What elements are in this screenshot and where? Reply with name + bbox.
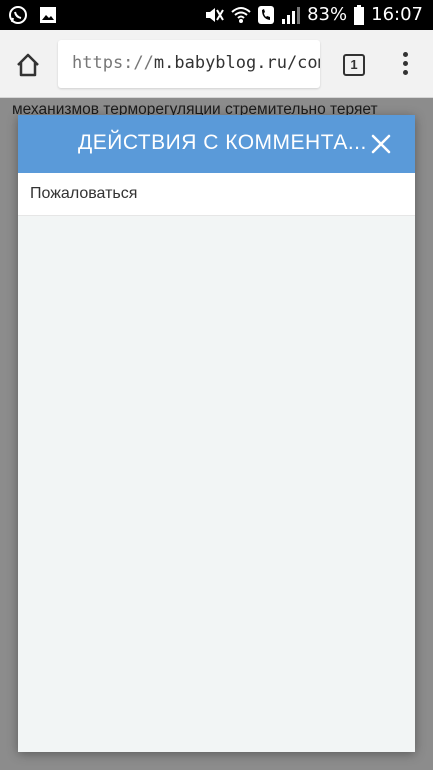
signal-icon xyxy=(282,6,301,24)
home-icon[interactable] xyxy=(14,51,42,79)
wifi-icon xyxy=(231,6,251,23)
report-action-label: Пожаловаться xyxy=(30,185,138,202)
dialog-header: ДЕЙСТВИЯ С КОММЕНТА... xyxy=(18,115,415,173)
battery-percent: 83% xyxy=(307,4,348,25)
battery-icon xyxy=(354,4,365,25)
clock: 16:07 xyxy=(371,4,423,25)
comment-actions-dialog: ДЕЙСТВИЯ С КОММЕНТА... Пожаловаться xyxy=(18,115,415,752)
mute-icon xyxy=(206,7,224,22)
more-menu-icon[interactable] xyxy=(395,50,415,80)
report-action-item[interactable]: Пожаловаться xyxy=(18,173,415,216)
image-icon xyxy=(40,7,56,23)
close-icon[interactable] xyxy=(370,133,392,155)
url-host: m.babyblog.ru/comm xyxy=(153,53,320,73)
browser-toolbar: https://m.babyblog.ru/comm 1 xyxy=(0,30,433,98)
status-bar: 83% 16:07 xyxy=(0,0,433,30)
tab-switcher-button[interactable]: 1 xyxy=(343,54,365,76)
call-icon xyxy=(258,5,275,24)
url-protocol: https:// xyxy=(72,53,154,73)
url-field[interactable]: https://m.babyblog.ru/comm xyxy=(58,40,320,88)
whatsapp-icon xyxy=(9,6,27,24)
dialog-title: ДЕЙСТВИЯ С КОММЕНТА... xyxy=(78,131,367,154)
